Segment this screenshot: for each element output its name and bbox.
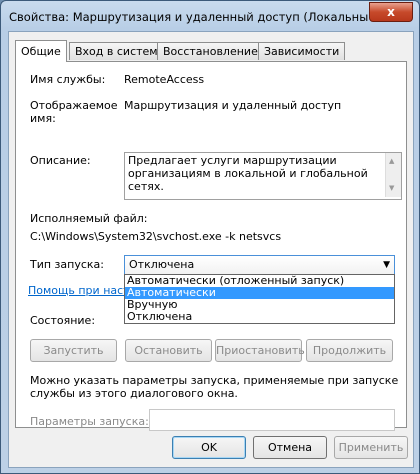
close-icon: x [387, 5, 395, 19]
exe-path: C:\Windows\System32\svchost.exe -k netsv… [30, 230, 282, 243]
exe-label: Исполняемый файл: [30, 212, 148, 225]
hint-line1: Можно указать параметры запуска, применя… [30, 374, 399, 387]
startup-type-select[interactable]: Отключена ▼ [124, 255, 395, 275]
description-text: Предлагает услуги маршрутизации организа… [128, 154, 368, 193]
display-name-value: Маршрутизация и удаленный доступ [124, 99, 342, 112]
option-disabled[interactable]: Отключена [125, 311, 394, 323]
start-button[interactable]: Запустить [30, 339, 117, 362]
tab-logon[interactable]: Вход в систему [69, 42, 171, 60]
dialog-client: Общие Вход в систему Восстановление Зави… [8, 31, 414, 468]
pause-button[interactable]: Приостановить [215, 339, 305, 362]
description-scrollbar[interactable]: ▲ ▼ [385, 153, 401, 197]
params-input[interactable] [149, 409, 395, 431]
close-button[interactable]: x [369, 2, 413, 22]
chevron-down-icon[interactable]: ▼ [383, 256, 390, 274]
window-title: Свойства: Маршрутизация и удаленный дост… [9, 10, 369, 24]
scroll-up-icon[interactable]: ▲ [389, 155, 394, 168]
service-name-label: Имя службы: [30, 73, 106, 86]
tab-general[interactable]: Общие [15, 40, 67, 62]
description-label: Описание: [30, 154, 91, 167]
display-name-label-line2: имя: [30, 112, 56, 125]
title-bar[interactable]: Свойства: Маршрутизация и удаленный дост… [1, 1, 419, 31]
startup-type-label: Тип запуска: [30, 258, 104, 271]
description-textbox[interactable]: Предлагает услуги маршрутизации организа… [124, 152, 402, 200]
params-label: Параметры запуска: [30, 415, 149, 428]
general-panel: Имя службы: RemoteAccess Отображаемое им… [15, 61, 407, 431]
scroll-down-icon[interactable]: ▼ [389, 182, 394, 195]
properties-window: Свойства: Маршрутизация и удаленный дост… [0, 0, 420, 474]
service-name-value: RemoteAccess [124, 73, 205, 86]
hint-line2: службы из этого диалогового окна. [30, 387, 238, 400]
tab-recovery-label: Восстановление [163, 45, 258, 58]
tab-dependencies-label: Зависимости [264, 45, 340, 58]
startup-type-dropdown: Автоматически (отложенный запуск) Автома… [124, 274, 395, 324]
tab-dependencies[interactable]: Зависимости [258, 42, 346, 60]
help-link[interactable]: Помощь при наст [28, 284, 130, 297]
resume-button[interactable]: Продолжить [306, 339, 393, 362]
ok-button[interactable]: OK [172, 436, 246, 459]
cancel-button[interactable]: Отмена [253, 436, 327, 459]
tab-general-label: Общие [21, 45, 61, 58]
status-label: Состояние: [30, 314, 96, 327]
startup-type-value: Отключена [129, 258, 195, 271]
tab-logon-label: Вход в систему [75, 45, 165, 58]
apply-button[interactable]: Применить [334, 436, 408, 459]
display-name-label-line1: Отображаемое [30, 99, 118, 112]
tab-recovery[interactable]: Восстановление [157, 42, 264, 60]
stop-button[interactable]: Остановить [125, 339, 212, 362]
